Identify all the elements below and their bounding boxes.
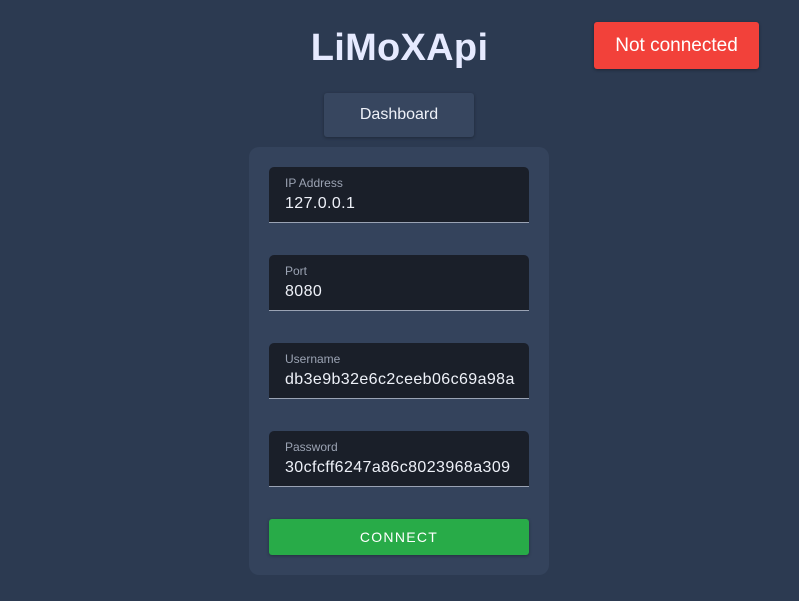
username-input[interactable]: db3e9b32e6c2ceeb06c69a98a — [285, 371, 525, 389]
username-label: Username — [285, 352, 341, 366]
username-field[interactable]: Username db3e9b32e6c2ceeb06c69a98a — [269, 343, 529, 399]
app-page: LiMoXApi Not connected Dashboard IP Addr… — [0, 0, 799, 601]
port-label: Port — [285, 264, 308, 278]
password-field[interactable]: Password 30cfcff6247a86c8023968a309 — [269, 431, 529, 487]
connection-form: IP Address 127.0.0.1 Port 8080 Username … — [249, 147, 549, 575]
password-input[interactable]: 30cfcff6247a86c8023968a309 — [285, 459, 525, 477]
port-input[interactable]: 8080 — [285, 283, 525, 301]
ip-address-label: IP Address — [285, 176, 343, 190]
connection-status-badge: Not connected — [594, 22, 759, 69]
port-field[interactable]: Port 8080 — [269, 255, 529, 311]
ip-address-field[interactable]: IP Address 127.0.0.1 — [269, 167, 529, 223]
connect-button[interactable]: CONNECT — [269, 519, 529, 555]
dashboard-button[interactable]: Dashboard — [324, 93, 474, 137]
ip-address-input[interactable]: 127.0.0.1 — [285, 195, 525, 213]
password-label: Password — [285, 440, 338, 454]
